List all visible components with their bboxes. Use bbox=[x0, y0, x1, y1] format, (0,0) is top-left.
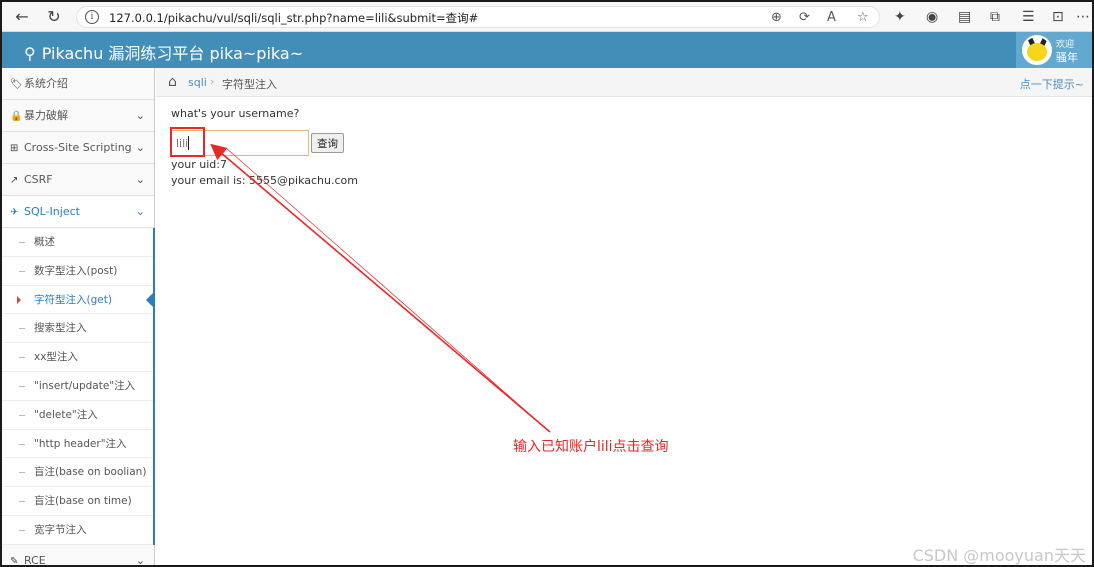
watermark: CSDN @mooyuan天天 bbox=[912, 546, 1086, 565]
annotation-text: 输入已知账户lili点击查询 bbox=[513, 439, 669, 455]
screenshot-frame: ← ↻ i 127.0.0.1/pikachu/vul/sqli/sqli_st… bbox=[0, 0, 1094, 567]
annotation-arrow bbox=[210, 143, 551, 433]
